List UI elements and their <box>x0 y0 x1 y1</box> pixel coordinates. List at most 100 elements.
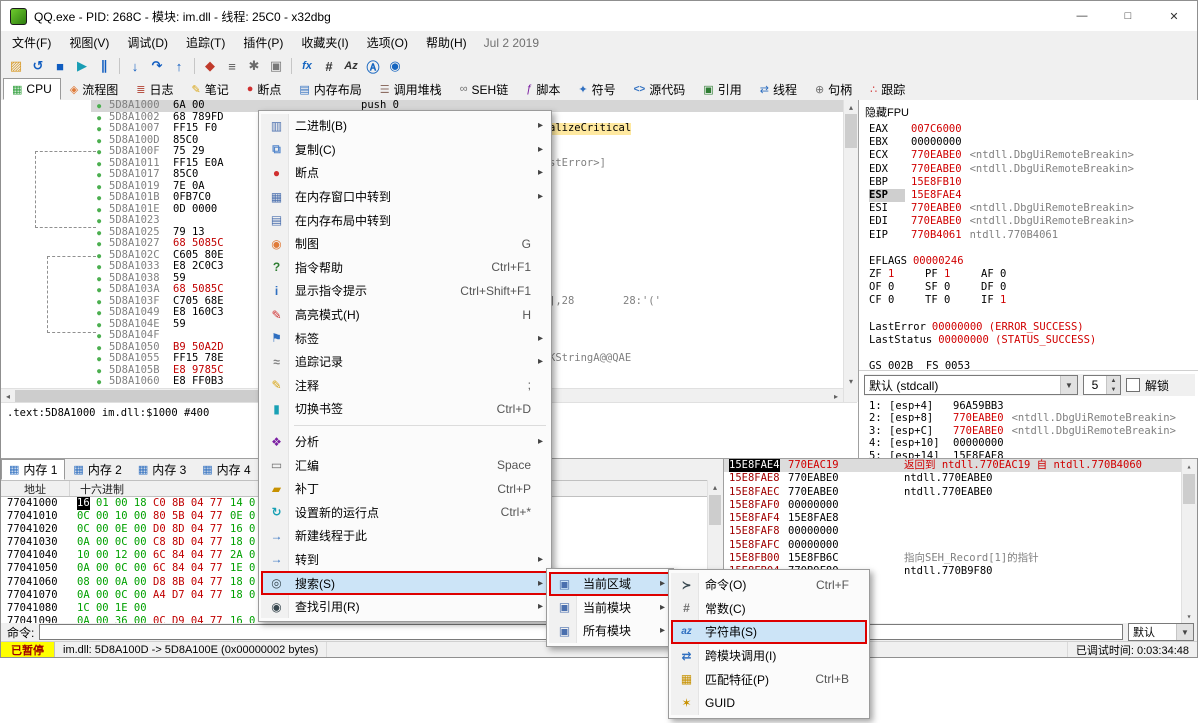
tab-断点[interactable]: ●断点 <box>238 78 291 100</box>
breakpoint-dot[interactable]: ● <box>97 170 101 182</box>
breakpoint-dot[interactable]: ● <box>97 147 101 159</box>
step-into-icon[interactable]: ↓ <box>124 56 146 76</box>
argument-row[interactable]: 2:[esp+8]770EABE0<ntdll.DbgUiRemoteBreak… <box>869 412 1196 424</box>
breakpoint-dot[interactable]: ● <box>97 124 101 136</box>
breakpoint-dot[interactable]: ● <box>97 354 101 366</box>
tab-流程图[interactable]: ◈流程图 <box>61 78 127 100</box>
restart-icon[interactable]: ↺ <box>27 56 49 76</box>
step-out-icon[interactable]: ↑ <box>168 56 190 76</box>
menu-item[interactable]: ●断点▸ <box>261 161 549 185</box>
menu-item[interactable]: ▣所有模块▸ <box>549 619 671 643</box>
menu-item[interactable]: ▣当前区域▸ <box>549 572 671 596</box>
stack-row[interactable]: 15E8FAFC00000000 <box>724 539 1197 552</box>
breakpoint-dot[interactable]: ● <box>97 239 101 251</box>
menu-item[interactable]: ◉制图G <box>261 232 549 256</box>
menu-item[interactable]: #常数(C) <box>671 597 867 621</box>
tab-脚本[interactable]: ƒ脚本 <box>517 78 569 100</box>
topmost-icon[interactable]: ▣ <box>265 56 287 76</box>
breakpoint-dot[interactable]: ● <box>97 343 101 355</box>
scroll-down-arrow-icon[interactable]: ▾ <box>844 374 858 388</box>
menu-item[interactable]: i显示指令提示Ctrl+Shift+F1 <box>261 279 549 303</box>
argument-count-stepper[interactable]: 5 ▲ ▼ <box>1083 375 1121 395</box>
breakpoint-dot[interactable]: ● <box>97 262 101 274</box>
menubar-item-0[interactable]: 文件(F) <box>3 31 60 54</box>
tab-线程[interactable]: ⇄线程 <box>751 78 806 100</box>
calling-convention-select[interactable]: 默认 (stdcall) ▼ <box>864 375 1078 395</box>
step-over-icon[interactable]: ↷ <box>146 56 168 76</box>
menu-item[interactable]: ✎注释; <box>261 374 549 398</box>
menu-item[interactable]: ?指令帮助Ctrl+F1 <box>261 256 549 280</box>
breakpoint-dot[interactable]: ● <box>97 216 101 228</box>
scroll-up-arrow-icon[interactable]: ▴ <box>844 100 858 114</box>
tab-内存布局[interactable]: ▤内存布局 <box>290 78 370 100</box>
dump-tab-内存 2[interactable]: ▦内存 2 <box>65 459 129 480</box>
breakpoint-dot[interactable]: ● <box>97 331 101 343</box>
menu-item[interactable]: ▣当前模块▸ <box>549 596 671 620</box>
breakpoint-dot[interactable]: ● <box>97 113 101 125</box>
menu-item[interactable]: ⚑标签▸ <box>261 326 549 350</box>
breakpoint-dot[interactable]: ● <box>97 193 101 205</box>
breakpoint-dot[interactable]: ● <box>97 205 101 217</box>
hide-fpu-button[interactable]: 隐藏FPU <box>865 104 909 120</box>
fx-icon[interactable]: fx <box>296 56 318 76</box>
menubar-item-7[interactable]: 帮助(H) <box>417 31 476 54</box>
window-minimize-button[interactable]: — <box>1059 1 1105 31</box>
help-icon[interactable]: ◉ <box>384 56 406 76</box>
a-circle-icon[interactable]: Ⓐ <box>362 56 384 76</box>
breakpoint-dot[interactable]: ● <box>97 308 101 320</box>
dump-tab-内存 4[interactable]: ▦内存 4 <box>194 459 258 480</box>
scroll-left-arrow-icon[interactable]: ◂ <box>1 389 15 403</box>
menu-item[interactable]: ▮切换书签Ctrl+D <box>261 397 549 421</box>
vscroll-thumb[interactable] <box>709 495 721 525</box>
hash-icon[interactable]: # <box>318 56 340 76</box>
menu-item[interactable]: ▦匹配特征(P)Ctrl+B <box>671 667 867 691</box>
stepper-down-icon[interactable]: ▼ <box>1107 385 1120 394</box>
menu-item[interactable]: ▥二进制(B)▸ <box>261 114 549 138</box>
trace-icon[interactable]: ≡ <box>221 56 243 76</box>
menubar-item-5[interactable]: 收藏夹(I) <box>292 31 357 54</box>
menu-item[interactable]: ✶GUID <box>671 691 867 715</box>
dump-tab-内存 1[interactable]: ▦内存 1 <box>1 459 65 480</box>
animate-icon[interactable]: ◆ <box>199 56 221 76</box>
argument-row[interactable]: 4:[esp+10]00000000 <box>869 437 1196 449</box>
argument-row[interactable]: 3:[esp+C]770EABE0<ntdll.DbgUiRemoteBreak… <box>869 425 1196 437</box>
breakpoint-dot[interactable]: ● <box>97 320 101 332</box>
scroll-up-arrow-icon[interactable]: ▴ <box>708 480 722 494</box>
breakpoint-dot[interactable]: ● <box>97 285 101 297</box>
tab-CPU[interactable]: ▦CPU <box>3 78 61 100</box>
menubar-item-1[interactable]: 视图(V) <box>60 31 118 54</box>
menu-item[interactable]: →转到▸ <box>261 548 549 572</box>
stack-row[interactable]: 15E8FB0015E8FB6C指向SEH_Record[1]的指针 <box>724 552 1197 565</box>
pause-icon[interactable]: ∥ <box>93 56 115 76</box>
breakpoint-dot[interactable]: ● <box>97 366 101 378</box>
menubar-item-4[interactable]: 插件(P) <box>234 31 292 54</box>
chevron-down-icon[interactable]: ▼ <box>1060 376 1077 394</box>
menubar-item-6[interactable]: 选项(O) <box>358 31 417 54</box>
scroll-right-arrow-icon[interactable]: ▸ <box>829 389 843 403</box>
dump-tab-内存 3[interactable]: ▦内存 3 <box>130 459 194 480</box>
scroll-up-arrow-icon[interactable]: ▴ <box>1182 459 1196 473</box>
open-file-icon[interactable]: ▨ <box>5 56 27 76</box>
menu-item[interactable]: ▭汇编Space <box>261 453 549 477</box>
menu-item[interactable]: ◎搜索(S)▸ <box>261 571 549 595</box>
breakpoint-dot[interactable]: ● <box>97 159 101 171</box>
menu-item[interactable]: ⧉复制(C)▸ <box>261 138 549 162</box>
stack-row[interactable]: 15E8FAE4770EAC19返回到 ntdll.770EAC19 自 ntd… <box>724 459 1197 472</box>
menu-item[interactable]: ◉查找引用(R)▸ <box>261 595 549 619</box>
run-icon[interactable]: ▶ <box>71 56 93 76</box>
breakpoint-dot[interactable]: ● <box>97 136 101 148</box>
menu-item[interactable]: ▦在内存窗口中转到▸ <box>261 185 549 209</box>
breakpoint-dot[interactable]: ● <box>97 101 101 113</box>
settings-icon[interactable]: ✱ <box>243 56 265 76</box>
unlock-checkbox[interactable] <box>1126 378 1140 392</box>
stack-row[interactable]: 15E8FAF000000000 <box>724 499 1197 512</box>
breakpoint-dot[interactable]: ● <box>97 182 101 194</box>
menu-item[interactable]: ❖分析▸ <box>261 430 549 454</box>
menu-item[interactable]: ⇄跨模块调用(I) <box>671 644 867 668</box>
menu-item[interactable]: az字符串(S) <box>671 620 867 644</box>
stack-row[interactable]: 15E8FAE8770EABE0ntdll.770EABE0 <box>724 472 1197 485</box>
scroll-down-arrow-icon[interactable]: ▾ <box>1182 609 1196 623</box>
chevron-down-icon[interactable]: ▼ <box>1176 624 1193 640</box>
breakpoint-dot[interactable]: ● <box>97 228 101 240</box>
breakpoint-dot[interactable]: ● <box>97 297 101 309</box>
